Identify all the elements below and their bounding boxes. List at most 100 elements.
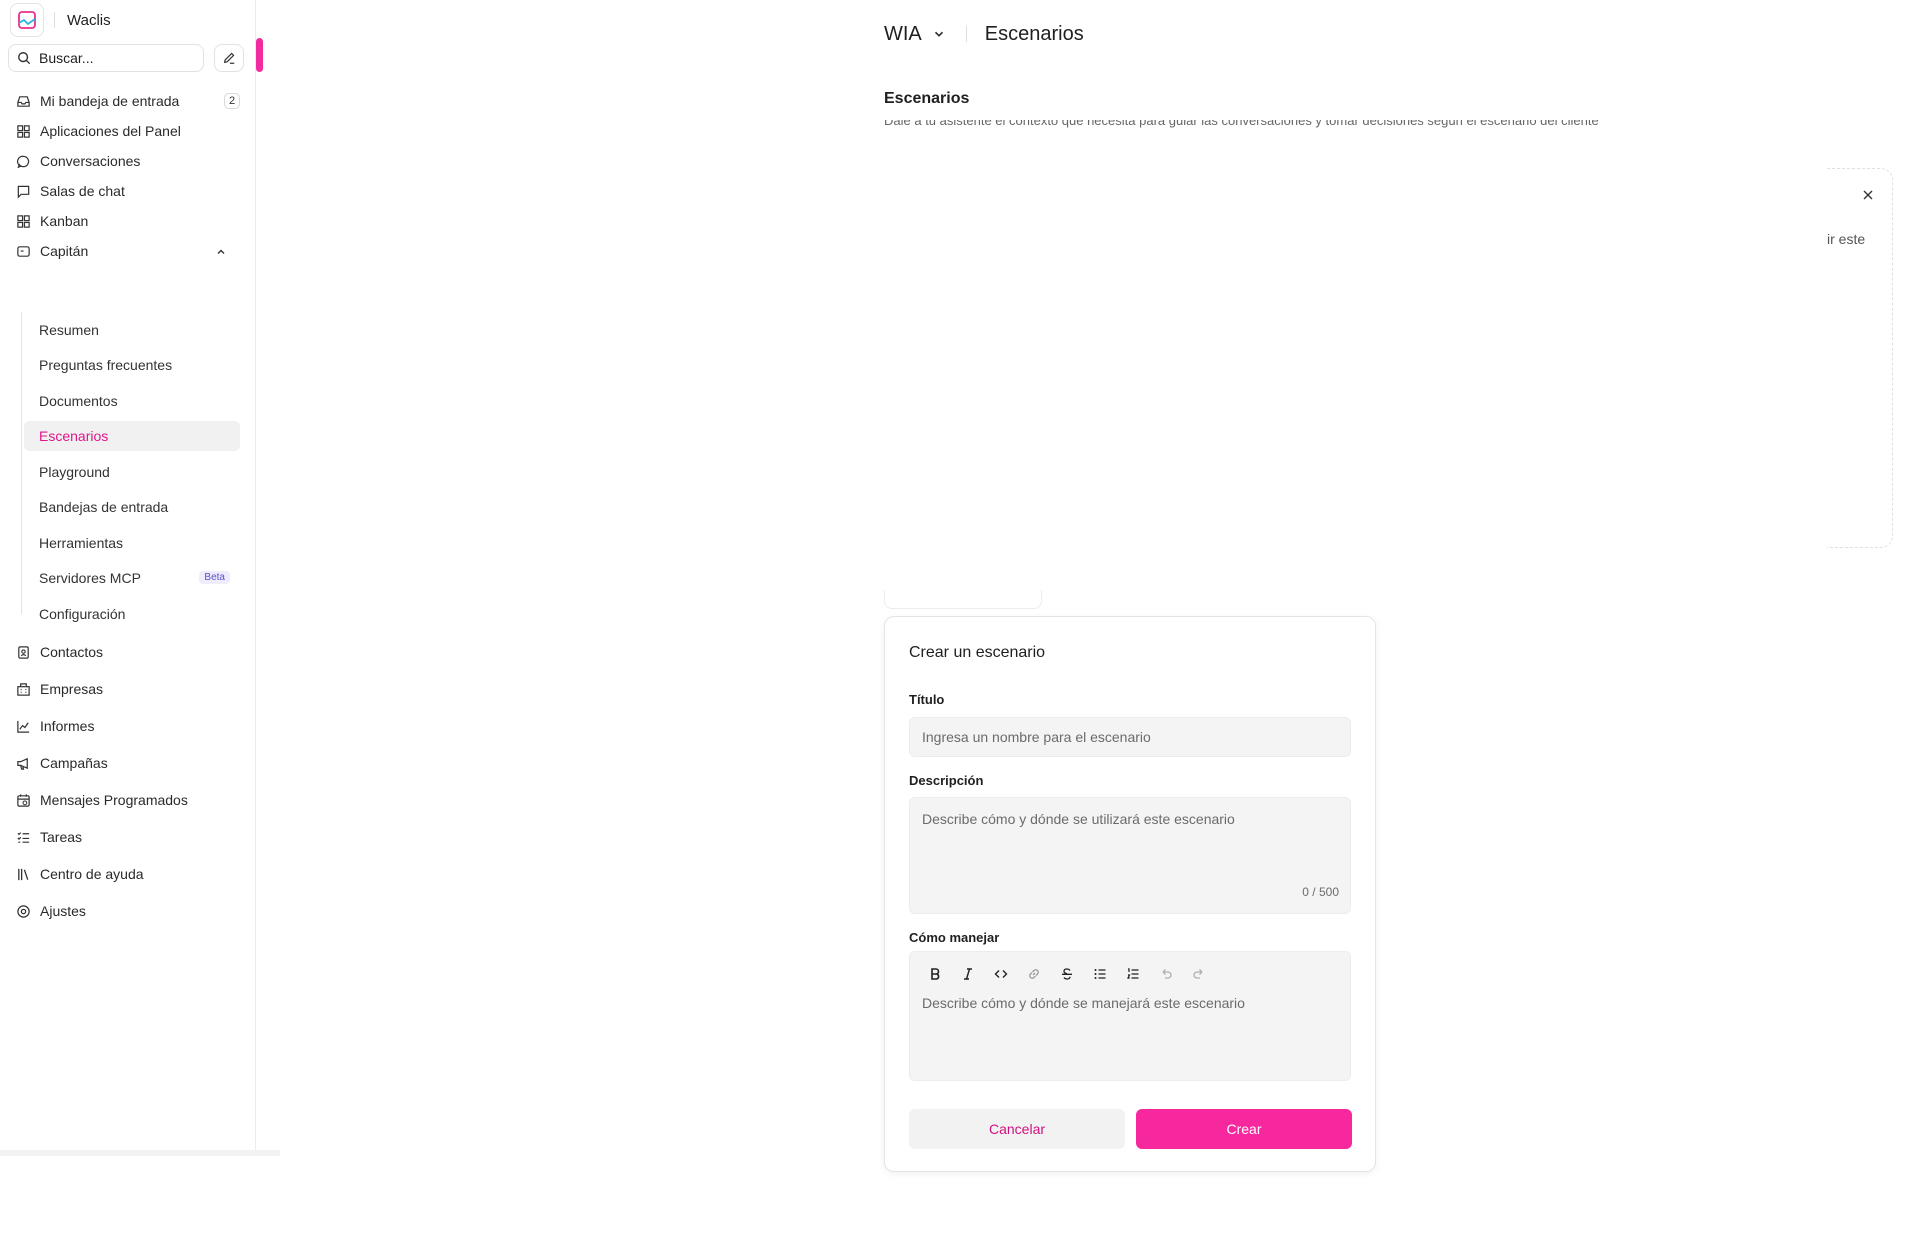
code-icon[interactable] <box>984 964 1017 984</box>
subitem-label: Herramientas <box>39 535 124 551</box>
sidebar-item-captain[interactable]: Capitán <box>8 236 248 266</box>
brand-divider <box>54 12 55 28</box>
header-divider <box>965 26 967 42</box>
sidebar-subitem-tools[interactable]: Herramientas <box>24 528 240 558</box>
background-card-text: ir este <box>1827 231 1866 247</box>
sidebar-subitem-inboxes[interactable]: Bandejas de entrada <box>24 492 240 522</box>
chevron-up-icon[interactable] <box>213 244 229 260</box>
subitem-label: Documentos <box>39 393 118 409</box>
search-box[interactable] <box>8 44 204 72</box>
handling-field-label: Cómo manejar <box>909 930 1000 945</box>
title-field-label: Título <box>909 692 945 707</box>
captain-icon <box>15 243 31 259</box>
sidebar-item-label: Tareas <box>40 829 83 845</box>
numbered-list-icon[interactable] <box>1116 964 1149 984</box>
sidebar-bottom-scrollbar[interactable] <box>0 1150 280 1156</box>
sidebar-item-contacts[interactable]: Contactos <box>8 637 248 667</box>
redo-icon[interactable] <box>1182 964 1215 984</box>
dialog-title: Crear un escenario <box>909 644 1046 661</box>
chevron-down-icon[interactable] <box>932 27 946 41</box>
cancel-button[interactable]: Cancelar <box>909 1109 1125 1149</box>
background-tab-edge <box>884 590 1042 609</box>
unread-count-badge: 2 <box>224 93 240 109</box>
subitem-label: Escenarios <box>39 428 109 444</box>
section-subtitle-text: Dale a tu asistente el contexto que nece… <box>884 120 1599 128</box>
brand-logo[interactable] <box>10 3 44 37</box>
sidebar-subitem-documents[interactable]: Documentos <box>24 386 240 416</box>
sidebar-subitem-mcp-servers[interactable]: Servidores MCP Beta <box>24 563 240 593</box>
sidebar-item-label: Mensajes Programados <box>40 792 188 808</box>
sidebar-item-companies[interactable]: Empresas <box>8 674 248 704</box>
grid-icon <box>15 123 31 139</box>
sidebar: Waclis Mi bandeja de entrada 2 Aplicacio… <box>0 0 256 1152</box>
handling-rich-editor[interactable]: Describe cómo y dónde se manejará este e… <box>909 951 1351 1081</box>
sidebar-subitem-faqs[interactable]: Preguntas frecuentes <box>24 350 240 380</box>
chat-bubble-icon <box>15 153 31 169</box>
search-icon <box>17 51 31 65</box>
sidebar-item-label: Empresas <box>40 681 104 697</box>
undo-icon[interactable] <box>1149 964 1182 984</box>
sidebar-item-inbox[interactable]: Mi bandeja de entrada 2 <box>8 86 248 116</box>
library-icon <box>15 866 31 882</box>
sidebar-item-label: Capitán <box>40 243 89 259</box>
page-title: Escenarios <box>984 22 1084 45</box>
sidebar-item-conversations[interactable]: Conversaciones <box>8 146 248 176</box>
workspace-switcher-label[interactable]: WIA <box>884 23 922 46</box>
bold-icon[interactable] <box>918 964 951 984</box>
subitem-label: Servidores MCP <box>39 570 141 586</box>
subitem-label: Playground <box>39 464 110 480</box>
sidebar-subitem-playground[interactable]: Playground <box>24 457 240 487</box>
chart-line-icon <box>15 718 31 734</box>
italic-icon[interactable] <box>951 964 984 984</box>
title-input[interactable] <box>909 717 1351 757</box>
sidebar-item-campaigns[interactable]: Campañas <box>8 748 248 778</box>
sidebar-item-tasks[interactable]: Tareas <box>8 822 248 852</box>
sidebar-item-label: Salas de chat <box>40 183 125 199</box>
sidebar-item-dashboard-apps[interactable]: Aplicaciones del Panel <box>8 116 248 146</box>
char-counter: 0 / 500 <box>1302 885 1339 899</box>
create-button[interactable]: Crear <box>1136 1109 1352 1149</box>
subitem-label: Bandejas de entrada <box>39 499 169 515</box>
sidebar-item-label: Aplicaciones del Panel <box>40 123 181 139</box>
sidebar-subitem-summary[interactable]: Resumen <box>24 315 240 345</box>
link-icon[interactable] <box>1017 964 1050 984</box>
background-card: ir este <box>1827 168 1893 548</box>
sidebar-item-label: Conversaciones <box>40 153 141 169</box>
create-scenario-dialog: Crear un escenario Título Descripción 0 … <box>884 616 1376 1172</box>
sidebar-subitem-configuration[interactable]: Configuración <box>24 599 240 629</box>
section-subtitle: Dale a tu asistente el contexto que nece… <box>884 120 1804 130</box>
description-textarea[interactable] <box>909 797 1351 914</box>
sidebar-item-label: Centro de ayuda <box>40 866 144 882</box>
contact-icon <box>15 644 31 660</box>
logo-icon <box>18 11 36 29</box>
sidebar-item-label: Informes <box>40 718 95 734</box>
sidebar-item-label: Mi bandeja de entrada <box>40 93 180 109</box>
brand-name: Waclis <box>67 11 111 29</box>
sidebar-item-kanban[interactable]: Kanban <box>8 206 248 236</box>
sidebar-item-settings[interactable]: Ajustes <box>8 896 248 926</box>
megaphone-icon <box>15 755 31 771</box>
editor-placeholder: Describe cómo y dónde se manejará este e… <box>922 995 1245 1011</box>
sidebar-item-scheduled-messages[interactable]: Mensajes Programados <box>8 785 248 815</box>
sidebar-item-chat-rooms[interactable]: Salas de chat <box>8 176 248 206</box>
compose-button[interactable] <box>214 44 244 72</box>
calendar-clock-icon <box>15 792 31 808</box>
sidebar-item-help-center[interactable]: Centro de ayuda <box>8 859 248 889</box>
pencil-icon <box>222 51 236 65</box>
subitem-label: Configuración <box>39 606 126 622</box>
building-icon <box>15 681 31 697</box>
close-icon[interactable] <box>1862 189 1874 201</box>
strikethrough-icon[interactable] <box>1050 964 1083 984</box>
kanban-icon <box>15 213 31 229</box>
subitem-label: Preguntas frecuentes <box>39 357 173 373</box>
sidebar-resize-handle[interactable] <box>256 38 263 72</box>
bullet-list-icon[interactable] <box>1083 964 1116 984</box>
search-input[interactable] <box>37 49 191 67</box>
section-title: Escenarios <box>884 90 970 107</box>
sidebar-item-label: Contactos <box>40 644 104 660</box>
sidebar-item-label: Kanban <box>40 213 89 229</box>
subitem-label: Resumen <box>39 322 99 338</box>
submenu-guide-line <box>21 312 22 614</box>
sidebar-item-reports[interactable]: Informes <box>8 711 248 741</box>
sidebar-subitem-scenarios[interactable]: Escenarios <box>24 421 240 451</box>
